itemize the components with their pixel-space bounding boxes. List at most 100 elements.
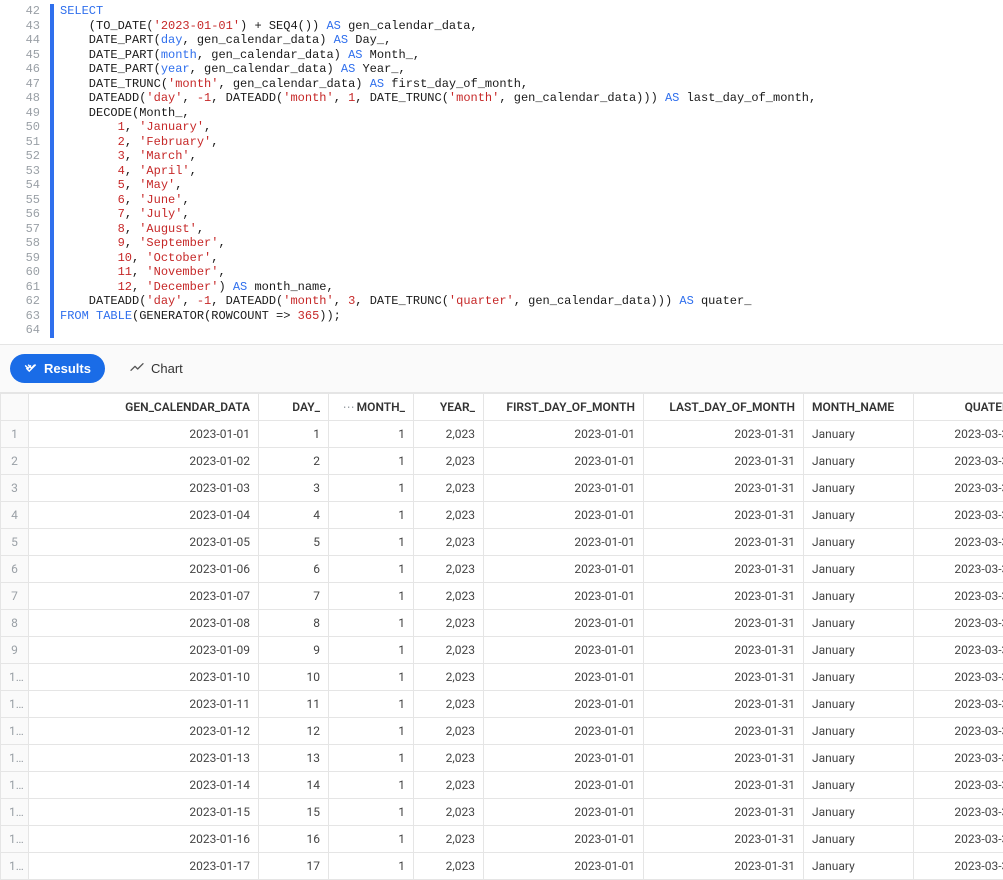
cell-day[interactable]: 5 (259, 528, 329, 555)
col-header-name[interactable]: MONTH_NAME (804, 393, 914, 420)
cell-year[interactable]: 2,023 (414, 825, 484, 852)
cell-day[interactable]: 15 (259, 798, 329, 825)
sql-editor[interactable]: 4243444546474849505152535455565758596061… (0, 0, 1003, 338)
cell-month[interactable]: 1 (329, 609, 414, 636)
cell-last[interactable]: 2023-01-31 (644, 582, 804, 609)
cell-gen[interactable]: 2023-01-10 (29, 663, 259, 690)
cell-year[interactable]: 2,023 (414, 852, 484, 879)
cell-gen[interactable]: 2023-01-16 (29, 825, 259, 852)
table-row[interactable]: 52023-01-05512,0232023-01-012023-01-31Ja… (1, 528, 1003, 555)
cell-month[interactable]: 1 (329, 420, 414, 447)
cell-name[interactable]: January (804, 798, 914, 825)
cell-month[interactable]: 1 (329, 798, 414, 825)
cell-name[interactable]: January (804, 717, 914, 744)
cell-last[interactable]: 2023-01-31 (644, 555, 804, 582)
cell-year[interactable]: 2,023 (414, 447, 484, 474)
cell-first[interactable]: 2023-01-01 (484, 744, 644, 771)
cell-name[interactable]: January (804, 690, 914, 717)
table-row[interactable]: 32023-01-03312,0232023-01-012023-01-31Ja… (1, 474, 1003, 501)
cell-first[interactable]: 2023-01-01 (484, 528, 644, 555)
cell-last[interactable]: 2023-01-31 (644, 690, 804, 717)
code-line[interactable]: 9, 'September', (60, 236, 1003, 251)
cell-year[interactable]: 2,023 (414, 501, 484, 528)
cell-gen[interactable]: 2023-01-13 (29, 744, 259, 771)
cell-year[interactable]: 2,023 (414, 636, 484, 663)
cell-quater[interactable]: 2023-03-31 (914, 717, 1003, 744)
cell-name[interactable]: January (804, 420, 914, 447)
cell-day[interactable]: 8 (259, 609, 329, 636)
cell-gen[interactable]: 2023-01-01 (29, 420, 259, 447)
cell-last[interactable]: 2023-01-31 (644, 420, 804, 447)
cell-day[interactable]: 12 (259, 717, 329, 744)
chart-tab[interactable]: Chart (115, 353, 197, 384)
cell-quater[interactable]: 2023-03-31 (914, 825, 1003, 852)
cell-day[interactable]: 14 (259, 771, 329, 798)
code-line[interactable]: 2, 'February', (60, 135, 1003, 150)
code-line[interactable]: DATE_PART(day, gen_calendar_data) AS Day… (60, 33, 1003, 48)
col-header-gen[interactable]: GEN_CALENDAR_DATA (29, 393, 259, 420)
table-row[interactable]: 142023-01-141412,0232023-01-012023-01-31… (1, 771, 1003, 798)
cell-month[interactable]: 1 (329, 690, 414, 717)
cell-month[interactable]: 1 (329, 447, 414, 474)
cell-quater[interactable]: 2023-03-31 (914, 582, 1003, 609)
code-line[interactable]: 3, 'March', (60, 149, 1003, 164)
cell-month[interactable]: 1 (329, 663, 414, 690)
cell-year[interactable]: 2,023 (414, 420, 484, 447)
table-row[interactable]: 72023-01-07712,0232023-01-012023-01-31Ja… (1, 582, 1003, 609)
cell-name[interactable]: January (804, 555, 914, 582)
cell-gen[interactable]: 2023-01-04 (29, 501, 259, 528)
table-row[interactable]: 152023-01-151512,0232023-01-012023-01-31… (1, 798, 1003, 825)
cell-name[interactable]: January (804, 501, 914, 528)
cell-month[interactable]: 1 (329, 825, 414, 852)
cell-month[interactable]: 1 (329, 744, 414, 771)
cell-year[interactable]: 2,023 (414, 474, 484, 501)
cell-gen[interactable]: 2023-01-12 (29, 717, 259, 744)
cell-name[interactable]: January (804, 447, 914, 474)
cell-day[interactable]: 16 (259, 825, 329, 852)
cell-year[interactable]: 2,023 (414, 663, 484, 690)
code-line[interactable]: DECODE(Month_, (60, 106, 1003, 121)
cell-first[interactable]: 2023-01-01 (484, 420, 644, 447)
code-line[interactable]: DATE_PART(month, gen_calendar_data) AS M… (60, 48, 1003, 63)
cell-gen[interactable]: 2023-01-05 (29, 528, 259, 555)
cell-gen[interactable]: 2023-01-15 (29, 798, 259, 825)
code-line[interactable]: 11, 'November', (60, 265, 1003, 280)
cell-gen[interactable]: 2023-01-03 (29, 474, 259, 501)
cell-last[interactable]: 2023-01-31 (644, 771, 804, 798)
cell-year[interactable]: 2,023 (414, 771, 484, 798)
cell-name[interactable]: January (804, 771, 914, 798)
cell-month[interactable]: 1 (329, 852, 414, 879)
cell-year[interactable]: 2,023 (414, 717, 484, 744)
cell-name[interactable]: January (804, 744, 914, 771)
col-header-month[interactable]: ⋯MONTH_ (329, 393, 414, 420)
cell-last[interactable]: 2023-01-31 (644, 447, 804, 474)
cell-last[interactable]: 2023-01-31 (644, 744, 804, 771)
cell-gen[interactable]: 2023-01-02 (29, 447, 259, 474)
table-row[interactable]: 22023-01-02212,0232023-01-012023-01-31Ja… (1, 447, 1003, 474)
cell-year[interactable]: 2,023 (414, 555, 484, 582)
cell-first[interactable]: 2023-01-01 (484, 771, 644, 798)
cell-name[interactable]: January (804, 609, 914, 636)
cell-gen[interactable]: 2023-01-17 (29, 852, 259, 879)
cell-day[interactable]: 17 (259, 852, 329, 879)
code-line[interactable]: DATE_TRUNC('month', gen_calendar_data) A… (60, 77, 1003, 92)
col-header-day[interactable]: DAY_ (259, 393, 329, 420)
cell-first[interactable]: 2023-01-01 (484, 474, 644, 501)
cell-first[interactable]: 2023-01-01 (484, 852, 644, 879)
cell-last[interactable]: 2023-01-31 (644, 798, 804, 825)
cell-month[interactable]: 1 (329, 528, 414, 555)
cell-last[interactable]: 2023-01-31 (644, 609, 804, 636)
cell-gen[interactable]: 2023-01-08 (29, 609, 259, 636)
cell-month[interactable]: 1 (329, 501, 414, 528)
cell-first[interactable]: 2023-01-01 (484, 825, 644, 852)
cell-gen[interactable]: 2023-01-14 (29, 771, 259, 798)
cell-quater[interactable]: 2023-03-31 (914, 447, 1003, 474)
cell-quater[interactable]: 2023-03-31 (914, 690, 1003, 717)
table-row[interactable]: 162023-01-161612,0232023-01-012023-01-31… (1, 825, 1003, 852)
table-row[interactable]: 132023-01-131312,0232023-01-012023-01-31… (1, 744, 1003, 771)
cell-quater[interactable]: 2023-03-31 (914, 420, 1003, 447)
cell-month[interactable]: 1 (329, 582, 414, 609)
cell-quater[interactable]: 2023-03-31 (914, 609, 1003, 636)
table-row[interactable]: 122023-01-121212,0232023-01-012023-01-31… (1, 717, 1003, 744)
cell-last[interactable]: 2023-01-31 (644, 852, 804, 879)
